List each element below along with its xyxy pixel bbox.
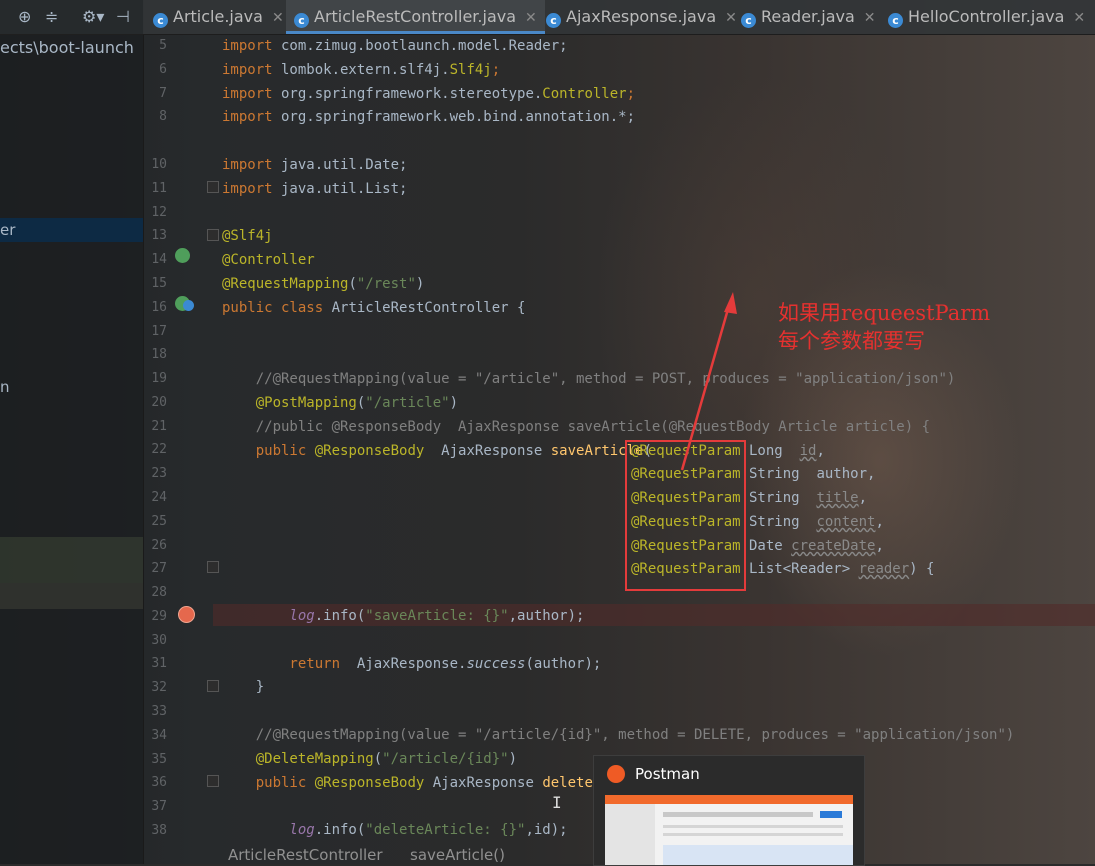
annotation-arrow [680, 292, 737, 471]
breadcrumb-class[interactable]: ArticleRestController [228, 846, 383, 864]
thumbnail-header [605, 795, 853, 804]
annotation-note-line-1: 如果用requeestParm [778, 301, 991, 325]
annotation-note-line-2: 每个参数都要写 [778, 329, 925, 353]
editor-breadcrumb: ArticleRestController saveArticle() [143, 846, 1095, 864]
thumbnail-url-bar [663, 812, 813, 817]
thumbnail-row [663, 825, 843, 828]
thumbnail-row [663, 833, 843, 836]
thumbnail-send-button [820, 811, 842, 818]
postman-window-title: Postman [635, 765, 700, 783]
postman-icon [607, 765, 625, 783]
mouse-cursor-icon: I [552, 793, 562, 812]
breadcrumb-method[interactable]: saveArticle() [410, 846, 505, 864]
